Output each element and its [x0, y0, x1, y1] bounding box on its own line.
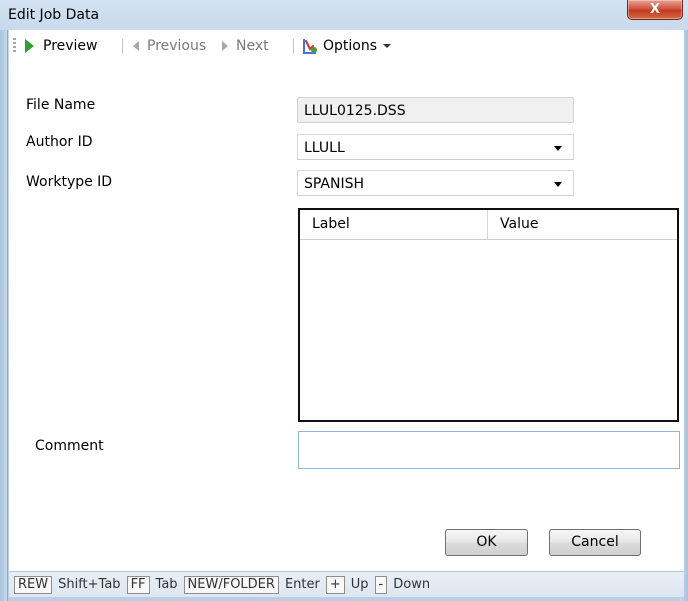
- previous-icon: [133, 41, 139, 51]
- job-data-grid[interactable]: Label Value: [298, 208, 679, 422]
- shortcut-action: Tab: [155, 577, 178, 592]
- cancel-button[interactable]: Cancel: [549, 529, 641, 556]
- play-icon: [25, 39, 34, 53]
- worktype-id-dropdown[interactable]: SPANISH: [297, 170, 574, 196]
- options-menu-button[interactable]: Options: [301, 37, 392, 55]
- window-title: Edit Job Data: [8, 7, 100, 23]
- next-icon: [222, 41, 228, 51]
- chevron-down-icon: [383, 44, 392, 48]
- next-button[interactable]: Next: [222, 37, 269, 55]
- shortcut-action: Enter: [284, 577, 320, 592]
- left-window-frame: [0, 30, 8, 601]
- chevron-down-icon: [554, 182, 562, 187]
- chevron-down-icon: [554, 146, 562, 151]
- preview-label: Preview: [43, 38, 98, 54]
- preview-button[interactable]: Preview: [25, 37, 98, 55]
- file-name-label: File Name: [26, 97, 96, 113]
- previous-button[interactable]: Previous: [133, 37, 206, 55]
- ok-button[interactable]: OK: [445, 529, 528, 556]
- shortcut-action: Up: [350, 577, 369, 592]
- toolbar-separator: [293, 39, 294, 54]
- worktype-id-label: Worktype ID: [26, 174, 113, 190]
- column-header-value[interactable]: Value: [488, 210, 550, 239]
- toolbar-grip[interactable]: [13, 38, 16, 54]
- close-button[interactable]: X: [627, 0, 683, 20]
- author-id-dropdown[interactable]: LLULL: [297, 134, 574, 160]
- shortcut-action: Down: [393, 577, 431, 592]
- grid-header: Label Value: [300, 210, 677, 240]
- shortcut-key: +: [325, 575, 345, 594]
- next-label: Next: [236, 38, 269, 54]
- file-name-field: LLUL0125.DSS: [297, 97, 574, 123]
- previous-label: Previous: [147, 38, 207, 54]
- shortcut-action: Shift+Tab: [58, 577, 121, 592]
- toolbar-separator: [122, 39, 123, 54]
- shortcut-key: REW: [14, 575, 53, 594]
- comment-label: Comment: [35, 438, 104, 454]
- dialog-content: Preview Previous Next Options File Name …: [9, 30, 684, 571]
- keyboard-shortcut-bar: REW Shift+Tab FF Tab NEW/FOLDER Enter + …: [9, 571, 684, 597]
- comment-field[interactable]: [298, 431, 680, 469]
- column-header-label[interactable]: Label: [300, 210, 362, 239]
- shortcut-key: FF: [126, 575, 150, 594]
- toolbar: Preview Previous Next Options: [9, 30, 684, 62]
- options-icon: [301, 37, 319, 55]
- close-icon: X: [649, 2, 661, 17]
- title-bar[interactable]: Edit Job Data X: [0, 0, 688, 30]
- worktype-id-value: SPANISH: [304, 176, 365, 192]
- options-label: Options: [323, 38, 378, 54]
- shortcut-key: -: [374, 575, 388, 594]
- shortcut-key: NEW/FOLDER: [183, 575, 279, 594]
- author-id-value: LLULL: [304, 140, 345, 156]
- edit-job-data-dialog: Edit Job Data X Preview Previous Next Op…: [0, 0, 688, 601]
- author-id-label: Author ID: [26, 134, 93, 150]
